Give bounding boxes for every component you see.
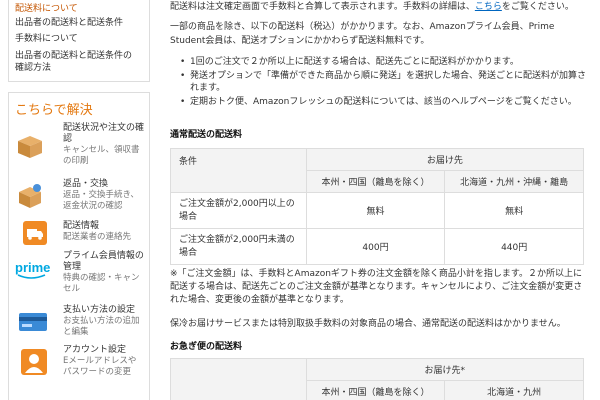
list-item: 発送オプションで「準備ができた商品から順に発送」を選択した場合、発送ごとに配送料… bbox=[180, 70, 590, 95]
table-row: ご注文金額が2,000円未満の場合 400円 440円 bbox=[170, 228, 584, 265]
help-item-title: 配送情報 bbox=[63, 221, 100, 231]
box-icon bbox=[18, 136, 42, 158]
intro-text: 配送料は注文確定画面で手数料と合算して表示されます。手数料の詳細は、 bbox=[170, 2, 475, 12]
credit-card-icon bbox=[19, 313, 47, 331]
destination-header: お届け先* bbox=[305, 358, 585, 381]
main-content: 配送料は注文確定画面で手数料と合算して表示されます。手数料の詳細は、こちらをご覧… bbox=[170, 0, 595, 400]
fee-details-link[interactable]: こちら bbox=[475, 2, 502, 12]
sidebar-link-seller-shipping-check-cont[interactable]: 確認方法 bbox=[15, 63, 51, 74]
help-item-subtitle: 配送業者の連絡先 bbox=[63, 232, 132, 242]
region-honshu-header: 本州・四国（離島を除く） bbox=[305, 380, 446, 400]
express-shipping-heading: お急ぎ便の配送料 bbox=[170, 342, 243, 352]
table-header-row: 条件 お届け先 bbox=[170, 148, 585, 193]
list-item: 定期おトク便、Amazonフレッシュの配送料については、該当のヘルプページをご覧… bbox=[180, 96, 590, 109]
prime-logo-icon: prime bbox=[15, 260, 50, 279]
table-header-row: お届け先* bbox=[170, 358, 585, 400]
sidebar-link-fees[interactable]: 手数料について bbox=[15, 34, 78, 45]
return-box-icon bbox=[19, 184, 41, 208]
person-icon bbox=[21, 349, 47, 375]
help-box-title: こちらで解決 bbox=[15, 103, 93, 118]
sidebar-link-shipping-fee[interactable]: 配送料について bbox=[15, 4, 78, 15]
express-shipping-table: お届け先* 本州・四国（離島を除く） 北海道・九州 bbox=[170, 358, 585, 400]
sidebar-link-seller-shipping[interactable]: 出品者の配送料と配送条件 bbox=[15, 18, 123, 29]
fee-cell: 400円 bbox=[305, 228, 446, 265]
help-item-prime[interactable]: prime プライム会員情報の 管理 特典の確認・キャン セル bbox=[15, 251, 149, 297]
help-item-subtitle: キャンセル、領収書 の印刷 bbox=[63, 145, 140, 166]
condition-header-empty bbox=[170, 358, 307, 400]
table-row: ご注文金額が2,000円以上の場合 無料 無料 bbox=[170, 192, 584, 229]
condition-cell: ご注文金額が2,000円未満の場合 bbox=[170, 228, 307, 265]
sidebar-link-seller-shipping-check[interactable]: 出品者の配送料と配送条件の bbox=[15, 51, 132, 62]
condition-cell: ご注文金額が2,000円以上の場合 bbox=[170, 192, 307, 229]
normal-shipping-table: 条件 お届け先 本州・四国（離島を除く） 北海道・九州・沖縄・離島 ご注文金額が… bbox=[170, 148, 585, 265]
normal-shipping-heading: 通常配送の配送料 bbox=[170, 130, 243, 140]
region-hokkaido-header: 北海道・九州 bbox=[444, 380, 584, 400]
intro-text-end: をご覧ください。 bbox=[501, 2, 574, 12]
help-item-subtitle: Eメールアドレスや パスワードの変更 bbox=[63, 356, 137, 377]
help-item-subtitle: お支払い方法の追加 と編集 bbox=[63, 316, 140, 337]
help-item-subtitle: 返品・交換手続き、 返金状況の確認 bbox=[63, 190, 139, 211]
help-item-title: 返品・交換 bbox=[63, 179, 109, 189]
help-solutions-box: こちらで解決 配送状況や注文の確 認 キャンセル、領収書 の印刷 返品・交換 返… bbox=[8, 92, 150, 400]
destination-header: お届け先 bbox=[305, 148, 585, 171]
left-sidebar: 配送料について 出品者の配送料と配送条件 手数料について 出品者の配送料と配送条… bbox=[0, 0, 152, 400]
cold-delivery-note: 保冷お届けサービスまたは特別取扱手数料の対象商品の場合、通常配送の配送料はかかり… bbox=[170, 319, 566, 329]
truck-icon bbox=[23, 221, 47, 245]
fee-cell: 無料 bbox=[444, 192, 584, 229]
related-topics-box: 配送料について 出品者の配送料と配送条件 手数料について 出品者の配送料と配送条… bbox=[8, 0, 150, 82]
help-item-title: アカウント設定 bbox=[63, 345, 127, 355]
list-item: 1回のご注文で２か所以上に配送する場合は、配送先ごとに配送料がかかります。 bbox=[180, 56, 590, 69]
help-item-title: 支払い方法の設定 bbox=[63, 305, 136, 315]
help-item-subtitle: 特典の確認・キャン セル bbox=[63, 273, 140, 294]
fee-cell: 無料 bbox=[305, 192, 446, 229]
svg-text:prime: prime bbox=[15, 260, 50, 275]
order-amount-note: ※「ご注文金額」は、手数料とAmazonギフト券の注文金額を除く商品小計を指しま… bbox=[170, 269, 583, 305]
shipping-fee-paragraph: 一部の商品を除き、以下の配送料（税込）がかかります。なお、Amazonプライム会… bbox=[170, 22, 555, 46]
intro-paragraph: 配送料は注文確定画面で手数料と合算して表示されます。手数料の詳細は、こちらをご覧… bbox=[170, 0, 590, 14]
condition-header: 条件 bbox=[170, 148, 307, 193]
help-item-payment[interactable]: 支払い方法の設定 お支払い方法の追加 と編集 bbox=[15, 305, 149, 341]
help-item-returns[interactable]: 返品・交換 返品・交換手続き、 返金状況の確認 bbox=[15, 179, 149, 215]
help-item-orders[interactable]: 配送状況や注文の確 認 キャンセル、領収書 の印刷 bbox=[15, 123, 149, 169]
region-hokkaido-header: 北海道・九州・沖縄・離島 bbox=[444, 170, 584, 193]
shipping-notes-list: 1回のご注文で２か所以上に配送する場合は、配送先ごとに配送料がかかります。 発送… bbox=[180, 56, 590, 109]
help-item-account[interactable]: アカウント設定 Eメールアドレスや パスワードの変更 bbox=[15, 345, 149, 385]
help-item-delivery[interactable]: 配送情報 配送業者の連絡先 bbox=[15, 221, 149, 249]
fee-cell: 440円 bbox=[444, 228, 584, 265]
region-honshu-header: 本州・四国（離島を除く） bbox=[305, 170, 446, 193]
help-item-title: プライム会員情報の 管理 bbox=[63, 251, 144, 272]
help-item-title: 配送状況や注文の確 認 bbox=[63, 123, 145, 144]
